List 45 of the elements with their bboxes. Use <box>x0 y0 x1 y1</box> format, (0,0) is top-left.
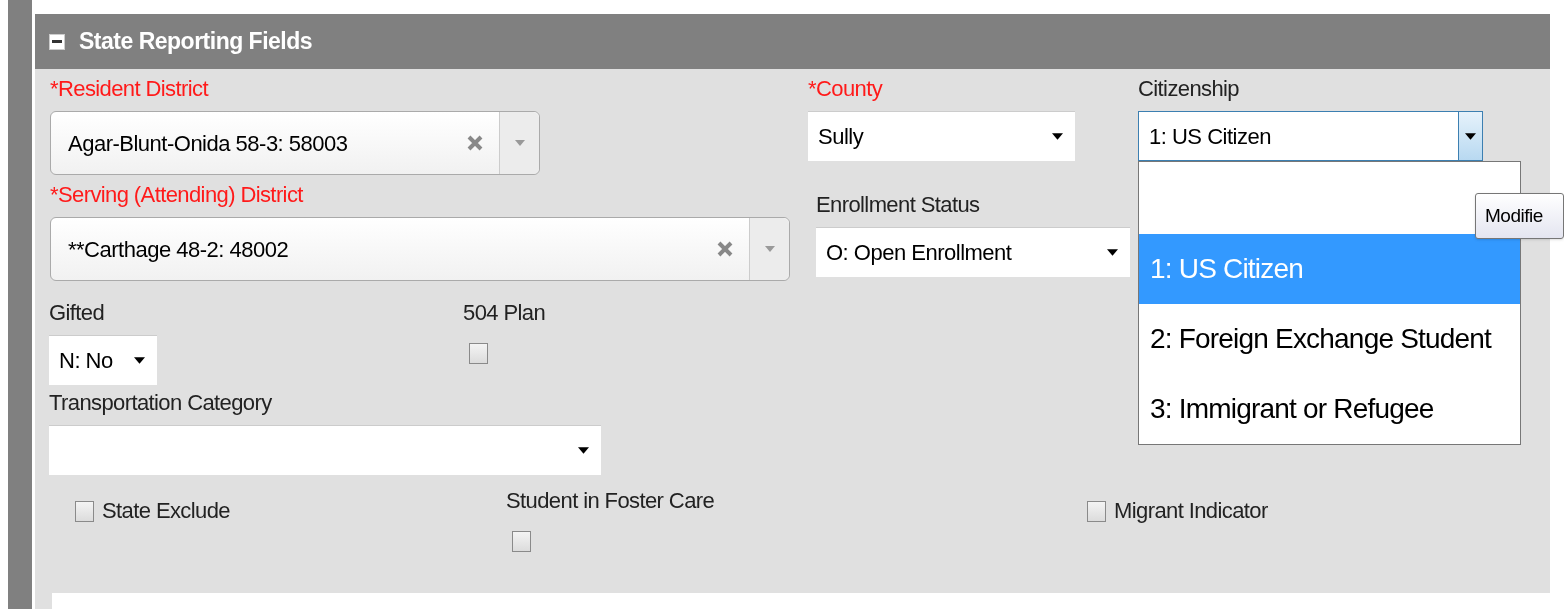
field-label: Student in Foster Care <box>506 487 716 515</box>
field-label: Gifted <box>49 299 106 327</box>
checkbox[interactable] <box>469 343 488 364</box>
field-label: Migrant Indicator <box>1114 497 1268 525</box>
combobox-value: Agar-Blunt-Onida 58-3: 58003 <box>67 129 349 158</box>
dropdown-value: O: Open Enrollment <box>825 239 1013 267</box>
dropdown-value: Sully <box>817 123 865 151</box>
field-label: *Resident District <box>50 75 210 103</box>
dropdown[interactable]: N: No <box>49 335 157 385</box>
dropdown-toggle[interactable] <box>499 112 539 174</box>
field-label: Transportation Category <box>49 389 273 417</box>
checkbox[interactable] <box>1087 500 1106 522</box>
dropdown[interactable]: O: Open Enrollment <box>816 227 1130 277</box>
field-label: *Serving (Attending) District <box>50 181 305 209</box>
caret-icon <box>764 245 775 253</box>
dropdown-toggle[interactable] <box>1458 112 1482 160</box>
dropdown-option[interactable]: 3: Immigrant or Refugee <box>1139 374 1520 444</box>
dropdown[interactable]: Sully <box>808 111 1075 161</box>
clear-icon[interactable] <box>717 241 733 257</box>
field-label: Enrollment Status <box>816 191 981 219</box>
dropdown[interactable] <box>49 425 601 475</box>
caret-icon <box>514 139 525 147</box>
caret-icon <box>1052 133 1063 140</box>
dropdown-value: 1: US Citizen <box>1148 122 1272 151</box>
field-label: 504 Plan <box>463 299 546 327</box>
field-label: Citizenship <box>1138 75 1240 103</box>
clear-icon[interactable] <box>467 135 483 151</box>
caret-icon <box>1107 249 1118 256</box>
checkbox[interactable] <box>75 500 94 522</box>
dropdown[interactable]: 1: US Citizen <box>1138 111 1483 161</box>
caret-icon <box>578 447 589 454</box>
dropdown-toggle[interactable] <box>749 218 789 280</box>
caret-icon <box>1465 132 1476 140</box>
combobox[interactable]: **Carthage 48-2: 48002 <box>50 217 790 281</box>
dropdown-option[interactable]: 2: Foreign Exchange Student <box>1139 304 1520 374</box>
section-title: State Reporting Fields <box>79 27 313 57</box>
combobox-value: **Carthage 48-2: 48002 <box>67 235 290 264</box>
caret-icon <box>134 357 145 364</box>
checkbox[interactable] <box>512 531 531 552</box>
dropdown-value: N: No <box>58 347 114 375</box>
field-label: *County <box>808 75 884 103</box>
tooltip-text: Modifie <box>1485 203 1543 228</box>
combobox[interactable]: Agar-Blunt-Onida 58-3: 58003 <box>50 111 540 175</box>
field-label: State Exclude <box>102 497 230 525</box>
collapse-icon[interactable] <box>49 33 65 50</box>
